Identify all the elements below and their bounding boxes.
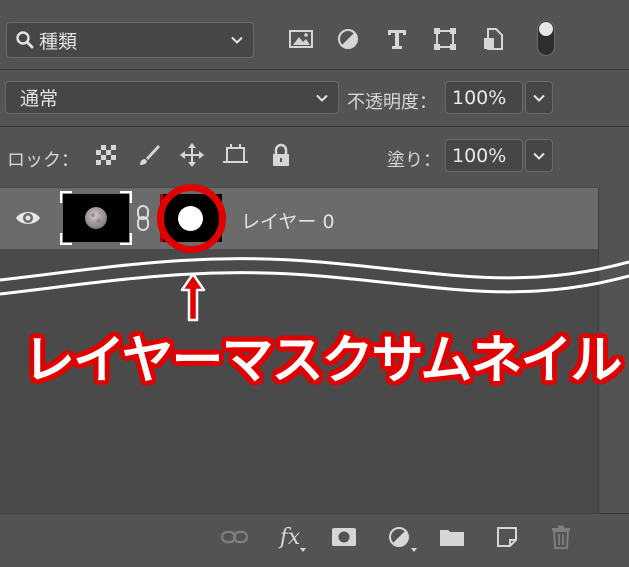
opacity-input[interactable]: 100%	[445, 81, 523, 114]
fx-icon[interactable]: fx	[276, 524, 306, 552]
type-filter-icon[interactable]	[384, 26, 410, 52]
lock-position-icon[interactable]	[179, 142, 205, 168]
annotation-callout-text: レイヤーマスクサムネイル	[23, 331, 622, 391]
trash-icon[interactable]	[547, 524, 575, 550]
chevron-down-icon	[316, 94, 328, 102]
annotation-cut-lines	[0, 257, 629, 296]
filter-kind-dropdown[interactable]: 種類	[6, 22, 254, 58]
link-layers-icon[interactable]	[221, 524, 249, 550]
lock-transparent-icon[interactable]	[93, 142, 119, 168]
adjustment-layer-icon[interactable]	[385, 524, 417, 552]
annotation-arrow-up-icon	[180, 272, 206, 322]
lock-label: ロック：	[7, 150, 79, 171]
lock-all-icon[interactable]	[268, 142, 294, 168]
layer-name[interactable]: レイヤー 0	[241, 207, 335, 234]
blend-mode-dropdown[interactable]: 通常	[5, 81, 339, 114]
image-filter-icon[interactable]	[288, 26, 314, 52]
search-icon	[16, 31, 34, 49]
active-thumbnail-bracket	[60, 191, 132, 245]
chevron-down-icon	[231, 36, 243, 44]
chevron-down-icon	[533, 94, 545, 102]
layers-footer	[0, 513, 629, 567]
adjustment-filter-icon[interactable]	[335, 26, 361, 52]
mask-link-icon[interactable]	[135, 205, 151, 231]
visibility-eye-icon[interactable]	[14, 207, 42, 229]
blend-mode-value: 通常	[20, 88, 59, 110]
toggle-knob	[539, 22, 553, 36]
opacity-label: 不透明度：	[347, 92, 437, 113]
fx-label: fx	[279, 524, 301, 550]
opacity-dropdown-button[interactable]	[525, 81, 553, 114]
new-layer-icon[interactable]	[493, 524, 521, 550]
filter-toggle[interactable]	[537, 20, 555, 56]
smart-object-filter-icon[interactable]	[480, 26, 506, 52]
filter-kind-label: 種類	[39, 30, 78, 53]
group-folder-icon[interactable]	[438, 524, 466, 550]
chevron-down-icon	[533, 152, 545, 160]
lock-image-icon[interactable]	[136, 142, 162, 168]
fill-input[interactable]: 100%	[445, 139, 523, 172]
lock-artboard-icon[interactable]	[223, 142, 249, 168]
annotation-highlight-circle	[157, 184, 226, 253]
fill-label: 塗り：	[387, 150, 441, 171]
fill-dropdown-button[interactable]	[525, 139, 553, 172]
add-mask-icon[interactable]	[330, 524, 358, 550]
shape-filter-icon[interactable]	[432, 26, 458, 52]
